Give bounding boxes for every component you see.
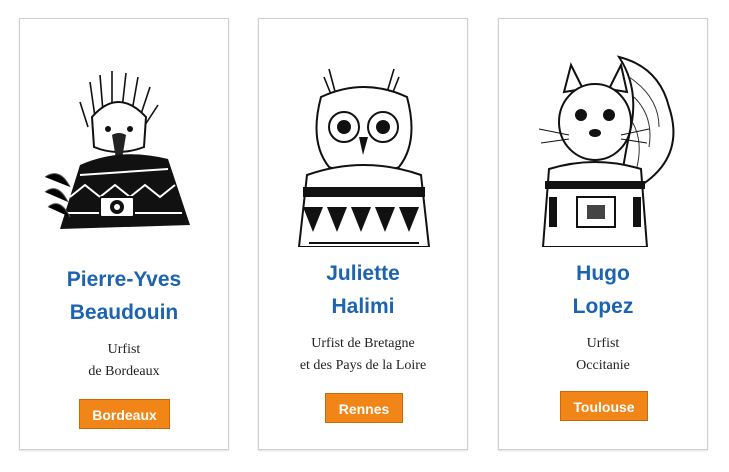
eagle-illustration <box>40 47 210 247</box>
organization: Urfist de Bretagne et des Pays de la Loi… <box>259 333 467 377</box>
toulouse-button[interactable]: Toulouse <box>560 391 648 421</box>
squirrel-illustration <box>519 47 689 247</box>
organization: Urfist de Bordeaux <box>20 339 228 383</box>
profile-card-rennes: Juliette Halimi Urfist de Bretagne et de… <box>258 18 468 450</box>
organization-line-1: Urfist <box>586 336 620 351</box>
organization-line-1: Urfist de Bretagne <box>311 336 415 351</box>
person-name: Juliette Halimi <box>259 257 467 323</box>
person-name: Pierre-Yves Beaudouin <box>20 263 228 329</box>
organization-line-2: et des Pays de la Loire <box>299 358 427 373</box>
person-last-name: Lopez <box>572 295 634 318</box>
organization-line-2: Occitanie <box>576 358 630 373</box>
person-name: Hugo Lopez <box>499 257 707 323</box>
person-first-name: Pierre-Yves <box>66 268 182 291</box>
person-first-name: Hugo <box>576 262 630 285</box>
organization: Urfist Occitanie <box>499 333 707 377</box>
person-last-name: Beaudouin <box>69 301 179 324</box>
bordeaux-button[interactable]: Bordeaux <box>79 399 170 429</box>
organization-line-2: de Bordeaux <box>88 364 160 379</box>
owl-illustration <box>279 47 449 247</box>
person-last-name: Halimi <box>331 295 395 318</box>
organization-line-1: Urfist <box>107 342 141 357</box>
profile-card-toulouse: Hugo Lopez Urfist Occitanie Toulouse <box>498 18 708 450</box>
profile-card-bordeaux: Pierre-Yves Beaudouin Urfist de Bordeaux… <box>19 18 229 450</box>
rennes-button[interactable]: Rennes <box>325 393 403 423</box>
person-first-name: Juliette <box>326 262 400 285</box>
